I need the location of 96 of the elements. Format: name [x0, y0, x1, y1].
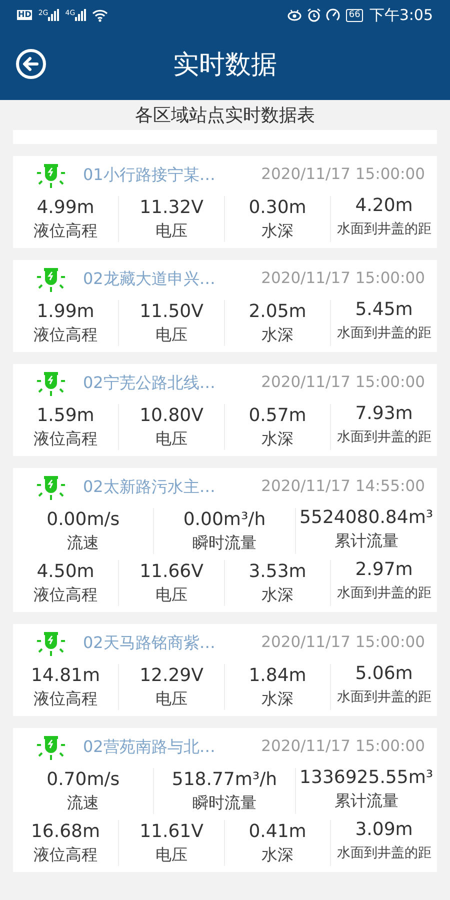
- metric-value: 4.20m: [355, 194, 413, 218]
- metric-value: 0.00m/s: [46, 508, 120, 532]
- alarm-light-icon: [35, 733, 67, 761]
- metric-value: 3.53m: [248, 560, 306, 584]
- hd-indicator: HD: [17, 10, 32, 20]
- update-time: 2020/11/17 15:00:00: [261, 736, 425, 758]
- metric-value: 11.50V: [140, 300, 204, 324]
- metric-label: 累计流量: [334, 530, 398, 552]
- station-card[interactable]: 02宁芜公路北线… 2020/11/17 15:00:00 1.59m 液位高程 10.80V 电压 0.57m 水深 7.93m 水面到井盖的距: [13, 364, 437, 456]
- metric-label: 水面到井盖的距: [336, 584, 432, 603]
- update-time: 2020/11/17 15:00:00: [261, 164, 425, 186]
- metric-label: 水深: [262, 584, 294, 606]
- gauge-icon: [326, 8, 340, 22]
- station-name: 02天马路铭商紫…: [83, 632, 216, 654]
- metric-value: 0.00m³/h: [183, 508, 266, 532]
- metric-label: 水深: [262, 324, 294, 346]
- eye-icon: [286, 9, 302, 21]
- station-card[interactable]: 01小行路接宁某… 2020/11/17 15:00:00 4.99m 液位高程 11.32V 电压 0.30m 水深 4.20m 水面到井盖的距: [13, 156, 437, 248]
- metric-label: 水面到井盖的距: [336, 428, 432, 447]
- table-title: 各区域站点实时数据表: [135, 104, 315, 128]
- metric-label: 水面到井盖的距: [336, 220, 432, 239]
- signal-icon: [75, 9, 86, 21]
- metric-value: 10.80V: [140, 404, 204, 428]
- metric-value: 2.97m: [355, 558, 413, 582]
- update-time: 2020/11/17 15:00:00: [261, 268, 425, 290]
- metric-value: 1336925.55m³: [300, 766, 434, 790]
- back-icon[interactable]: [15, 48, 47, 80]
- metric-value: 11.32V: [140, 196, 204, 220]
- metric-label: 液位高程: [34, 324, 98, 346]
- station-name: 01小行路接宁某…: [83, 164, 216, 186]
- metric-label: 流速: [67, 792, 100, 814]
- metric-value: 0.57m: [248, 404, 306, 428]
- station-name: 02太新路污水主…: [83, 476, 216, 498]
- signal-icon: [48, 9, 60, 21]
- station-card[interactable]: 02营苑南路与北… 2020/11/17 15:00:00 0.70m/s 流速 518.77m³/h 瞬时流量 1336925.55m³ 累计流量 16.68m 液位高程 11.61V 电压 0.41m 水深 3.09m 水面到井盖的距: [13, 728, 437, 872]
- metric-value: 5.45m: [355, 298, 413, 322]
- page-title: 实时数据: [173, 48, 277, 82]
- metric-value: 1.84m: [248, 664, 306, 688]
- alarm-light-icon: [35, 629, 67, 657]
- metric-label: 水深: [262, 844, 294, 866]
- metric-label: 水深: [262, 428, 294, 450]
- metric-value: 12.29V: [140, 664, 204, 688]
- metric-value: 4.99m: [36, 196, 94, 220]
- metric-label: 电压: [156, 844, 188, 866]
- metric-value: 0.70m/s: [46, 768, 120, 792]
- alarm-light-icon: [35, 473, 67, 501]
- metric-value: 3.09m: [355, 818, 413, 842]
- metric-label: 液位高程: [34, 428, 98, 450]
- metric-label: 水深: [262, 220, 294, 242]
- metric-value: 4.50m: [36, 560, 94, 584]
- metric-value: 7.93m: [355, 402, 413, 426]
- metric-label: 电压: [156, 324, 188, 346]
- station-card[interactable]: 02太新路污水主… 2020/11/17 14:55:00 0.00m/s 流速 0.00m³/h 瞬时流量 5524080.84m³ 累计流量 4.50m 液位高程 11.66V 电压 3.53m 水深 2.97m 水面到井盖的距: [13, 468, 437, 612]
- metric-label: 水面到井盖的距: [336, 324, 432, 343]
- metric-value: 518.77m³/h: [172, 768, 278, 792]
- metric-value: 11.61V: [140, 820, 204, 844]
- metric-value: 5.06m: [355, 662, 413, 686]
- metric-label: 液位高程: [34, 688, 98, 710]
- metric-value: 0.30m: [248, 196, 306, 220]
- metric-label: 电压: [156, 688, 188, 710]
- metric-value: 16.68m: [30, 820, 100, 844]
- alarm-light-icon: [35, 265, 67, 293]
- station-name: 02宁芜公路北线…: [83, 372, 216, 394]
- metric-label: 水深: [262, 688, 294, 710]
- wifi-icon: [92, 8, 108, 22]
- metric-value: 0.41m: [248, 820, 306, 844]
- metric-label: 流速: [67, 532, 100, 554]
- metric-label: 瞬时流量: [192, 532, 256, 554]
- station-card[interactable]: 02龙藏大道申兴… 2020/11/17 15:00:00 1.99m 液位高程 11.50V 电压 2.05m 水深 5.45m 水面到井盖的距: [13, 260, 437, 352]
- battery-indicator: 66: [346, 8, 364, 22]
- metric-value: 14.81m: [30, 664, 100, 688]
- metric-label: 液位高程: [34, 584, 98, 606]
- status-time: 下午3:05: [369, 4, 433, 26]
- update-time: 2020/11/17 15:00:00: [261, 372, 425, 394]
- metric-value: 5524080.84m³: [300, 506, 434, 530]
- metric-label: 累计流量: [334, 790, 398, 812]
- alarm-light-icon: [35, 161, 67, 189]
- metric-label: 电压: [156, 584, 188, 606]
- metric-label: 水面到井盖的距: [336, 688, 432, 707]
- station-name: 02营苑南路与北…: [83, 736, 216, 758]
- metric-label: 电压: [156, 220, 188, 242]
- metric-label: 水面到井盖的距: [336, 844, 432, 863]
- update-time: 2020/11/17 14:55:00: [261, 476, 425, 498]
- metric-label: 电压: [156, 428, 188, 450]
- update-time: 2020/11/17 15:00:00: [261, 632, 425, 654]
- metric-value: 2.05m: [248, 300, 306, 324]
- metric-value: 1.59m: [36, 404, 94, 428]
- metric-label: 液位高程: [34, 220, 98, 242]
- alarm-icon: [306, 8, 321, 22]
- metric-label: 瞬时流量: [192, 792, 256, 814]
- metric-value: 1.99m: [36, 300, 94, 324]
- station-card[interactable]: 02天马路铭商紫… 2020/11/17 15:00:00 14.81m 液位高程 12.29V 电压 1.84m 水深 5.06m 水面到井盖的距: [13, 624, 437, 716]
- metric-label: 液位高程: [34, 844, 98, 866]
- metric-value: 11.66V: [140, 560, 204, 584]
- alarm-light-icon: [35, 369, 67, 397]
- station-name: 02龙藏大道申兴…: [83, 268, 216, 290]
